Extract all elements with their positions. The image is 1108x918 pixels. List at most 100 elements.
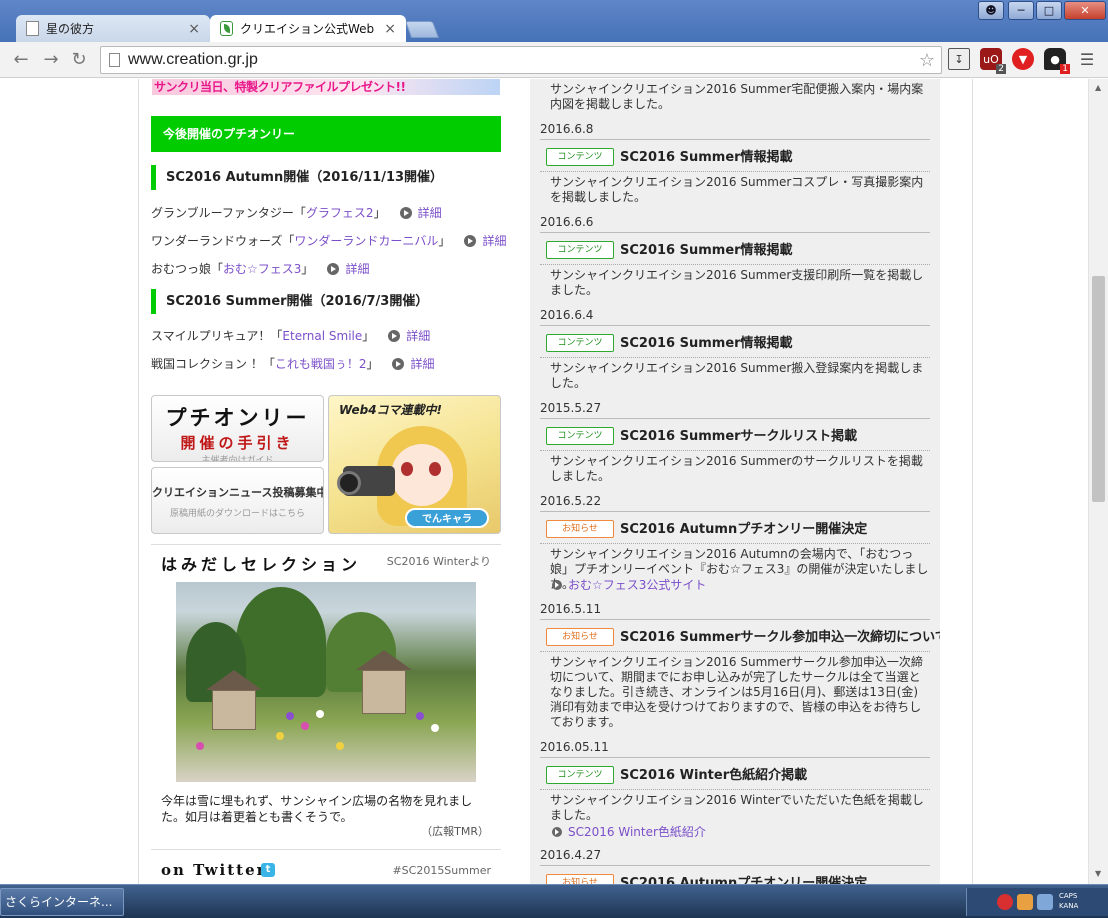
news-title[interactable]: SC2016 Autumnプチオンリー開催決定 (620, 522, 930, 537)
garden-photo (176, 582, 476, 782)
close-icon[interactable]: × (188, 21, 200, 37)
news-date: 2016.4.27 (540, 848, 930, 866)
twitter-hashtag[interactable]: #SC2015Summer (392, 864, 491, 877)
guide-subtitle: 開催の手引き (180, 434, 295, 452)
news-text: サンシャインクリエイション2016 Summerのサークルリストを掲載しました。 (550, 454, 923, 483)
play-arrow-icon (399, 206, 412, 219)
news-link-row: SC2016 Winter色紙紹介 (552, 823, 706, 840)
address-bar[interactable]: www.creation.gr.jp ☆ (100, 46, 942, 74)
news-link-row: おむ☆フェス3公式サイト (552, 576, 706, 593)
tab-creation-official[interactable]: クリエイション公式Web × (210, 15, 406, 42)
content-badge: コンテンツ (546, 334, 614, 352)
miniature-house (362, 670, 406, 714)
section-title-petit-only: 今後開催のプチオンリー (151, 116, 501, 152)
news-title[interactable]: SC2016 Summer情報掲載 (620, 336, 930, 351)
news-text: サンシャインクリエイション2016 Summer宅配便搬入案内・場内案内図を掲載… (550, 82, 924, 111)
detail-link[interactable]: 詳細 (345, 260, 369, 277)
ime-icon[interactable] (1017, 894, 1033, 910)
creation-news-banner[interactable]: クリエイションニュース投稿募集中 原稿用紙のダウンロードはこちら (151, 467, 324, 534)
twitter-icon[interactable]: t (261, 863, 275, 877)
scroll-up-arrow-icon[interactable]: ▲ (1095, 83, 1101, 92)
eternal-smile-link[interactable]: Eternal Smile (282, 329, 362, 343)
news-text: サンシャインクリエイション2016 Summer支援印刷所一覧を掲載しました。 (550, 268, 924, 297)
reload-icon[interactable]: ↻ (68, 50, 90, 70)
page-icon (109, 53, 120, 67)
scroll-down-arrow-icon[interactable]: ▼ (1095, 869, 1101, 878)
network-icon[interactable] (1037, 894, 1053, 910)
only-item-wonderland: ワンダーランドウォーズ「 ワンダーランドカーニバル」 詳細 (151, 232, 507, 249)
news-title[interactable]: SC2016 Summer情報掲載 (620, 243, 930, 258)
manga-title: Web4コマ連載中! (339, 403, 443, 417)
vivaldi-icon[interactable]: ▼ (1012, 48, 1034, 70)
news-banner-title: クリエイションニュース投稿募集中 (152, 486, 324, 499)
play-arrow-icon (552, 579, 562, 590)
notice-badge: お知らせ (546, 628, 614, 646)
news-text: サンシャインクリエイション2016 Summerコスプレ・写真撮影案内を掲載しま… (550, 175, 924, 204)
news-date: 2016.6.8 (540, 122, 930, 140)
only-item-grafes: グランブルーファンタジー「 グラフェス2」 詳細 (151, 204, 442, 221)
close-icon[interactable]: × (384, 21, 396, 37)
sengoku-link[interactable]: これも戦国ぅ！2 (275, 355, 367, 372)
back-arrow-icon[interactable]: ← (10, 50, 32, 70)
hamidashi-selection: はみだしセレクション SC2016 Winterより 今年は雪に埋もれず、サンシ… (151, 544, 501, 886)
taskbar-item-sakura[interactable]: さくらインターネ... (0, 888, 124, 916)
news-banner-note: 原稿用紙のダウンロードはこちら (169, 509, 305, 519)
news-title[interactable]: SC2016 Autumnプチオンリー開催決定 (620, 876, 930, 884)
detail-link[interactable]: 詳細 (482, 232, 506, 249)
page-scrollbar[interactable]: ▲ ▼ (1088, 79, 1108, 884)
guide-note: 主催者向けガイド (201, 456, 274, 462)
ublock-icon[interactable]: uO 2 (980, 48, 1006, 74)
character-eye (429, 462, 441, 476)
guide-title: プチオンリー (165, 405, 310, 430)
ghost-extension-icon[interactable]: ● 1 (1044, 48, 1070, 74)
forward-arrow-icon[interactable]: → (40, 50, 62, 70)
petit-only-guide-banner[interactable]: プチオンリー 開催の手引き 主催者向けガイド (151, 395, 324, 462)
video-camera-icon (337, 466, 395, 496)
clear-file-banner[interactable]: サンクリ当日、特製クリアファイルプレゼント!! (152, 79, 500, 95)
news-title[interactable]: SC2016 Summerサークル参加申込一次締切について (620, 630, 940, 645)
web-4koma-banner[interactable]: Web4コマ連載中! でんキャラ (328, 395, 501, 534)
omufes-link[interactable]: おむ☆フェス3 (223, 260, 301, 277)
new-tab-button[interactable] (404, 21, 440, 38)
news-title[interactable]: SC2016 Winter色紙紹介掲載 (620, 768, 930, 783)
tab-hoshi-no-kanata[interactable]: 星の彼方 × (16, 15, 210, 42)
scrollbar-thumb[interactable] (1092, 276, 1105, 502)
ghost-badge: 1 (1060, 64, 1070, 74)
detail-link[interactable]: 詳細 (410, 355, 434, 372)
close-window-button[interactable]: ✕ (1064, 1, 1106, 20)
twitter-section: on Twitter t #SC2015Summer (151, 849, 501, 883)
only-item-omufes: おむつっ娘「 おむ☆フェス3」 詳細 (151, 260, 370, 277)
maximize-button[interactable]: □ (1036, 1, 1062, 20)
news-title[interactable]: SC2016 Summer情報掲載 (620, 150, 930, 165)
banner-text: サンクリ当日、特製クリアファイルプレゼント!! (154, 80, 406, 94)
tab-label: クリエイション公式Web (240, 22, 375, 36)
selection-credit: （広報TMR） (421, 825, 489, 838)
character-face (391, 444, 453, 506)
url-text[interactable]: www.creation.gr.jp (128, 51, 919, 69)
notice-badge: お知らせ (546, 520, 614, 538)
news-text: サンシャインクリエイション2016 Winterでいただいた色紙を掲載しました。 (550, 793, 924, 822)
twitter-title: on Twitter (161, 861, 267, 879)
news-text: サンシャインクリエイション2016 Summerサークル参加申込一次締切について… (550, 655, 923, 729)
omufes-official-link[interactable]: おむ☆フェス3公式サイト (568, 576, 706, 593)
notification-icon[interactable] (997, 894, 1013, 910)
detail-link[interactable]: 詳細 (418, 204, 442, 221)
play-arrow-icon (464, 234, 477, 247)
wonderland-link[interactable]: ワンダーランドカーニバル (294, 232, 438, 249)
menu-icon[interactable]: ☰ (1076, 48, 1098, 70)
minimize-button[interactable]: ─ (1008, 1, 1034, 20)
play-arrow-icon (388, 329, 401, 342)
bookmark-star-icon[interactable]: ☆ (919, 50, 935, 71)
page-icon (26, 21, 39, 36)
download-icon[interactable]: ↧ (948, 48, 970, 70)
user-profile-button[interactable]: ☻ (978, 1, 1004, 20)
grafes-link[interactable]: グラフェス2 (306, 204, 374, 221)
detail-link[interactable]: 詳細 (406, 327, 430, 344)
selection-caption: 今年は雪に埋もれず、サンシャイン広場の名物を見れました。如月は着更着とも書くそう… (161, 794, 473, 824)
news-title[interactable]: SC2016 Summerサークルリスト掲載 (620, 429, 930, 444)
news-date: 2016.6.4 (540, 308, 930, 326)
only-item-sengoku: 戦国コレクション ！「 これも戦国ぅ！2」 詳細 (151, 355, 435, 372)
content-badge: コンテンツ (546, 148, 614, 166)
winter-shikishi-link[interactable]: SC2016 Winter色紙紹介 (568, 823, 706, 840)
content-badge: コンテンツ (546, 241, 614, 259)
